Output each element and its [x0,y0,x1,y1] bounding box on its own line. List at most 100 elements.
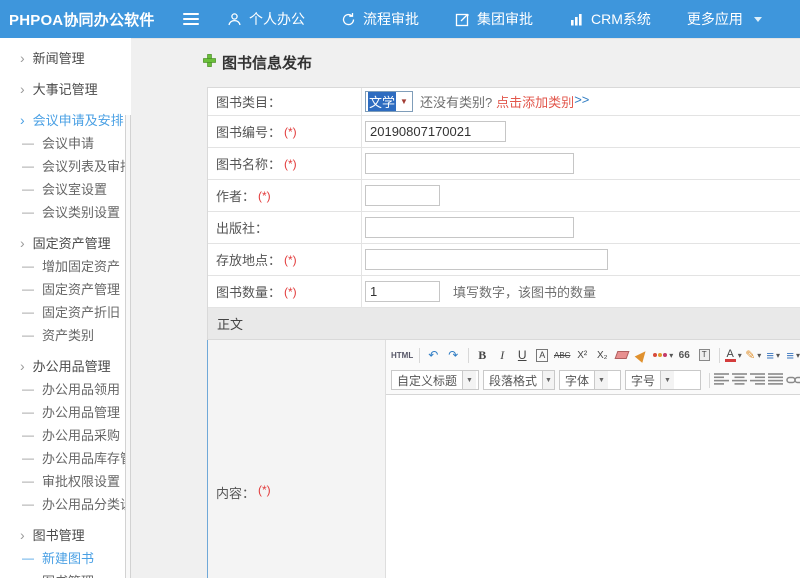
menu-bullet-icon: — [22,182,34,196]
nav-item-personal-office[interactable]: 个人办公 [227,9,305,29]
custom-title-select[interactable]: 自定义标题▼ [391,370,479,390]
menu-bullet-icon: — [22,282,34,296]
blockquote-button[interactable]: 66 [675,346,693,365]
align-left-icon[interactable] [714,373,729,388]
sidebar-item-13[interactable]: — 办公用品领用 [0,377,131,400]
nav-item-more-apps[interactable]: 更多应用 [687,9,762,29]
sidebar-item-7[interactable]: › 固定资产管理 [0,231,131,254]
sidebar-item-16[interactable]: — 办公用品库存管理 [0,446,131,469]
required-mark: (*) [284,157,297,171]
superscript-button[interactable]: X² [573,346,591,365]
form-row-name: 图书名称： (*) [208,148,800,180]
underline-button[interactable]: U [513,346,531,365]
form-row-quantity: 图书数量： (*) 填写数字，该图书的数量 [208,276,800,308]
align-justify-icon[interactable] [768,373,783,388]
nav-item-group-approval[interactable]: 集团审批 [455,9,533,29]
toolbar-row-1: HTML ↶ ↷ B I U A ABC X² X₂ [391,344,800,366]
category-select[interactable]: 文学 ▼ [365,91,413,112]
sidebar-item-15[interactable]: — 办公用品采购 [0,423,131,446]
menu-bullet-icon: — [22,136,34,150]
sidebar-item-10[interactable]: — 固定资产折旧 [0,300,131,323]
menu-item-label: 会议室设置 [42,179,107,198]
strikethrough-button[interactable]: ABC [553,346,571,365]
person-icon [227,12,242,27]
menu-item-label: 办公用品采购 [42,425,120,444]
sidebar-item-9[interactable]: — 固定资产管理 [0,277,131,300]
align-right-icon[interactable] [750,373,765,388]
menu-item-label: 办公用品管理 [33,356,111,375]
location-input[interactable] [365,249,608,270]
required-mark: (*) [284,253,297,267]
sidebar-item-4[interactable]: — 会议列表及审批 [0,154,131,177]
select-caret-icon: ▼ [400,97,408,106]
sidebar-item-5[interactable]: — 会议室设置 [0,177,131,200]
required-mark: (*) [258,483,271,502]
sidebar-item-0[interactable]: › 新闻管理 [0,46,131,69]
editor-content-area[interactable] [386,395,800,578]
menu-item-label: 大事记管理 [33,79,98,98]
menu-item-label: 审批权限设置 [42,471,120,490]
ordered-list-button[interactable]: ≡▾ [764,346,782,365]
menu-bullet-icon: › [20,236,25,250]
sidebar-item-19[interactable]: › 图书管理 [0,523,131,546]
sidebar-item-20[interactable]: — 新建图书 [0,546,131,569]
font-family-select[interactable]: 字体▼ [559,370,621,390]
book-code-input[interactable] [365,121,506,142]
menu-bullet-icon: › [20,51,25,65]
eraser-icon[interactable] [613,346,631,365]
add-category-link[interactable]: 点击添加类别 [496,92,574,111]
sidebar-item-2[interactable]: › 会议申请及安排 [0,108,131,131]
quantity-input[interactable] [365,281,440,302]
form-row-location: 存放地点： (*) [208,244,800,276]
menu-item-label: 新建图书 [42,548,94,567]
redo-icon[interactable]: ↷ [444,346,462,365]
menu-bullet-icon: — [22,405,34,419]
font-color-button[interactable]: A▾ [724,346,742,365]
menu-toggle-icon[interactable] [183,13,199,25]
format-match-icon[interactable]: ▾ [653,346,673,365]
italic-button[interactable]: I [493,346,511,365]
menu-bullet-icon: › [20,528,25,542]
menu-item-label: 会议申请及安排 [33,110,124,129]
menu-item-label: 会议列表及审批 [42,156,133,175]
publisher-input[interactable] [365,217,574,238]
menu-bullet-icon: — [22,382,34,396]
sidebar-item-3[interactable]: — 会议申请 [0,131,131,154]
menu-bullet-icon: — [22,428,34,442]
nav-item-crm[interactable]: CRM系统 [569,9,651,29]
sidebar-item-21[interactable]: — 图书管理 [0,569,131,578]
field-label: 图书名称： (*) [208,148,362,179]
clear-format-icon[interactable] [633,346,651,365]
source-code-button[interactable]: HTML [391,346,413,365]
add-category-link-arrows[interactable]: >> [574,92,589,111]
sidebar-item-18[interactable]: — 办公用品分类设置 [0,492,131,515]
sidebar-item-14[interactable]: — 办公用品管理 [0,400,131,423]
menu-item-label: 会议类别设置 [42,202,120,221]
font-size-select[interactable]: 字号▼ [625,370,701,390]
bold-button[interactable]: B [473,346,491,365]
undo-icon[interactable]: ↶ [424,346,442,365]
char-border-button[interactable]: A [536,349,548,362]
link-icon[interactable] [786,371,800,390]
sidebar-item-1[interactable]: › 大事记管理 [0,77,131,100]
nav-label: CRM系统 [591,9,651,29]
paragraph-format-select[interactable]: 段落格式▼ [483,370,555,390]
sidebar-item-6[interactable]: — 会议类别设置 [0,200,131,223]
sidebar-item-17[interactable]: — 审批权限设置 [0,469,131,492]
nav-label: 流程审批 [363,9,419,29]
highlight-pen-icon[interactable]: ✎▾ [744,346,762,365]
unordered-list-button[interactable]: ≡▾ [784,346,800,365]
subscript-button[interactable]: X₂ [593,346,611,365]
sidebar-item-8[interactable]: — 增加固定资产 [0,254,131,277]
nav-item-process-approval[interactable]: 流程审批 [341,9,419,29]
author-input[interactable] [365,185,440,206]
align-center-icon[interactable] [732,373,747,388]
book-name-input[interactable] [365,153,574,174]
menu-bullet-icon: — [22,474,34,488]
menu-item-label: 资产类别 [42,325,94,344]
sidebar-item-12[interactable]: › 办公用品管理 [0,354,131,377]
sidebar-item-11[interactable]: — 资产类别 [0,323,131,346]
menu-item-label: 固定资产管理 [33,233,111,252]
process-icon [341,12,356,27]
paste-icon[interactable]: T [695,346,713,365]
